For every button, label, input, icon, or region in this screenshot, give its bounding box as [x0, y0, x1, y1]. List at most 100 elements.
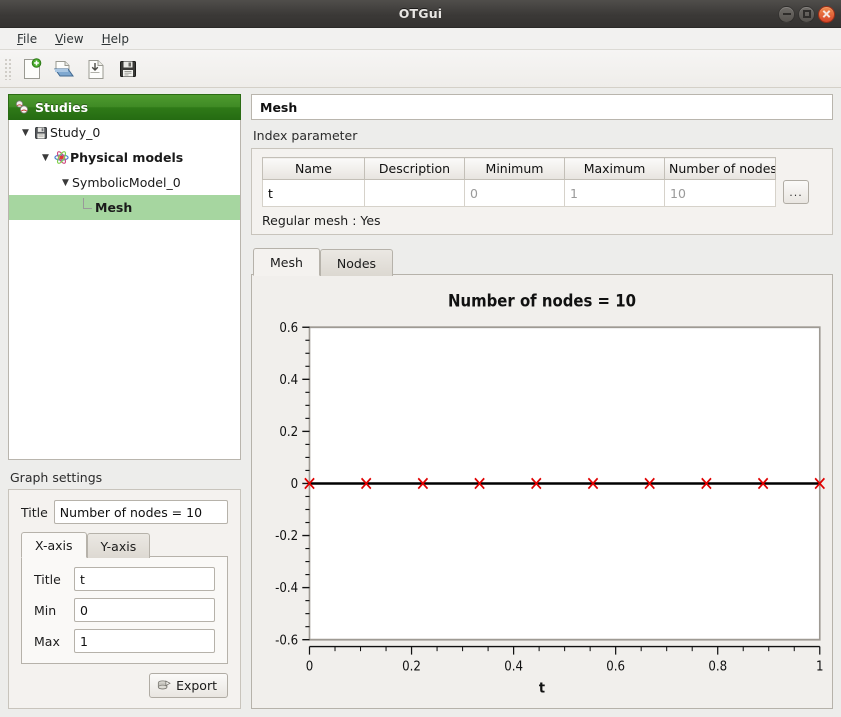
- chart-title: Number of nodes = 10: [448, 291, 636, 311]
- chart-tabs: Mesh Nodes: [251, 247, 833, 275]
- menu-help[interactable]: Help: [93, 30, 138, 48]
- table-wrap: Name Description Minimum Maximum Number …: [262, 157, 822, 207]
- x-axis-min-label: Min: [34, 603, 68, 618]
- menu-file[interactable]: File: [8, 30, 46, 48]
- tree-item-label: SymbolicModel_0: [72, 175, 181, 190]
- index-parameter-box: Name Description Minimum Maximum Number …: [251, 148, 833, 235]
- more-options-button[interactable]: ...: [783, 180, 809, 204]
- tab-mesh[interactable]: Mesh: [253, 248, 320, 276]
- cell-maximum[interactable]: 1: [565, 180, 665, 207]
- cell-minimum[interactable]: 0: [465, 180, 565, 207]
- tree-item-study-0[interactable]: ▼ Study_0: [9, 120, 240, 145]
- x-axis-title-input[interactable]: t: [74, 567, 215, 591]
- y-tick-label: -0.2: [275, 527, 298, 543]
- studies-header: Studies: [8, 94, 241, 120]
- tree-branch-icon: [79, 199, 95, 217]
- atom-icon: [52, 150, 70, 165]
- tree-item-label: Physical models: [70, 150, 183, 165]
- maximize-button[interactable]: [798, 6, 815, 23]
- menu-view-rest: iew: [63, 32, 84, 46]
- y-tick-label: 0.4: [279, 371, 298, 387]
- open-folder-icon: [53, 58, 75, 80]
- expand-arrow-icon[interactable]: ▼: [19, 128, 32, 138]
- expand-arrow-icon[interactable]: ▼: [39, 153, 52, 163]
- left-pane: Studies ▼ Study_0 ▼: [0, 88, 249, 717]
- x-tick-label: 0: [306, 658, 314, 674]
- export-disk-icon: [157, 679, 172, 693]
- window-controls: [778, 0, 835, 28]
- main-area: Studies ▼ Study_0 ▼: [0, 88, 841, 717]
- x-axis-min-row: Min 0: [34, 598, 215, 622]
- col-header-maximum[interactable]: Maximum: [565, 158, 665, 180]
- x-tick-label: 0.4: [504, 658, 523, 674]
- graph-settings-panel: Title Number of nodes = 10 X-axis Y-axis…: [8, 489, 241, 709]
- floppy-icon: [32, 126, 50, 140]
- col-header-description[interactable]: Description: [365, 158, 465, 180]
- window-titlebar: OTGui: [0, 0, 841, 28]
- menu-view[interactable]: View: [46, 30, 92, 48]
- open-study-button[interactable]: [48, 54, 80, 84]
- window-title: OTGui: [399, 6, 443, 21]
- regular-mesh-status: Regular mesh : Yes: [262, 213, 822, 228]
- new-study-button[interactable]: [16, 54, 48, 84]
- export-button[interactable]: Export: [149, 673, 228, 698]
- x-axis-min-input[interactable]: 0: [74, 598, 215, 622]
- x-tick-label: 1: [816, 658, 824, 674]
- page-title: Mesh: [251, 94, 833, 120]
- tab-nodes[interactable]: Nodes: [320, 249, 393, 276]
- x-tick-label: 0.2: [402, 658, 421, 674]
- index-parameter-table: Name Description Minimum Maximum Number …: [262, 157, 776, 207]
- close-button[interactable]: [818, 6, 835, 23]
- menu-help-rest: elp: [111, 32, 129, 46]
- toolbar-grip[interactable]: [4, 58, 12, 80]
- minimize-button[interactable]: [778, 6, 795, 23]
- tree-item-physical-models[interactable]: ▼ Physical models: [9, 145, 240, 170]
- x-tick-label: 0.6: [606, 658, 625, 674]
- chart-title-label: Title: [21, 505, 48, 520]
- studies-spheres-icon: [15, 100, 30, 115]
- cell-name[interactable]: t: [263, 180, 365, 207]
- expand-arrow-icon[interactable]: ▼: [59, 178, 72, 188]
- x-axis-max-input[interactable]: 1: [74, 629, 215, 653]
- cell-number-of-nodes[interactable]: 10: [665, 180, 776, 207]
- x-tick-label: 0.8: [708, 658, 727, 674]
- tree-item-label: Study_0: [50, 125, 100, 140]
- studies-header-label: Studies: [35, 100, 88, 115]
- y-tick-label: -0.6: [275, 632, 298, 648]
- index-parameter-label: Index parameter: [253, 128, 833, 143]
- save-study-button[interactable]: [112, 54, 144, 84]
- mesh-plot-svg[interactable]: Number of nodes = 10-0.6-0.4-0.200.20.40…: [256, 279, 828, 704]
- tree-item-symbolicmodel-0[interactable]: ▼ SymbolicModel_0: [9, 170, 240, 195]
- x-axis-title-label: Title: [34, 572, 68, 587]
- graph-settings-label: Graph settings: [10, 470, 241, 485]
- y-tick-label: 0.6: [279, 319, 298, 335]
- menu-file-rest: ile: [23, 32, 37, 46]
- tab-y-axis[interactable]: Y-axis: [87, 533, 151, 558]
- cell-description[interactable]: [365, 180, 465, 207]
- chart-title-input[interactable]: Number of nodes = 10: [54, 500, 228, 524]
- x-axis-label: t: [539, 680, 546, 697]
- col-header-minimum[interactable]: Minimum: [465, 158, 565, 180]
- table-row[interactable]: t 0 1 10: [263, 180, 776, 207]
- tree-item-mesh[interactable]: Mesh: [9, 195, 240, 220]
- x-axis-panel: Title t Min 0 Max 1: [21, 556, 228, 664]
- col-header-number-of-nodes[interactable]: Number of nodes: [665, 158, 776, 180]
- export-button-label: Export: [176, 678, 217, 693]
- graph-settings-footer: Export: [21, 673, 228, 698]
- mesh-plot[interactable]: Number of nodes = 10-0.6-0.4-0.200.20.40…: [256, 279, 828, 704]
- x-axis-max-row: Max 1: [34, 629, 215, 653]
- col-header-name[interactable]: Name: [263, 158, 365, 180]
- tab-x-axis[interactable]: X-axis: [21, 532, 87, 558]
- y-tick-label: 0: [291, 475, 299, 491]
- import-script-button[interactable]: [80, 54, 112, 84]
- x-axis-max-label: Max: [34, 634, 68, 649]
- menubar: File View Help: [0, 28, 841, 50]
- axis-tabs: X-axis Y-axis: [21, 531, 228, 557]
- studies-tree[interactable]: ▼ Study_0 ▼: [8, 120, 241, 460]
- tree-item-label: Mesh: [95, 200, 132, 215]
- import-document-icon: [86, 58, 106, 80]
- chart-frame: Number of nodes = 10-0.6-0.4-0.200.20.40…: [251, 274, 833, 709]
- toolbar: [0, 50, 841, 88]
- floppy-save-icon: [118, 59, 138, 79]
- chart-title-row: Title Number of nodes = 10: [21, 500, 228, 524]
